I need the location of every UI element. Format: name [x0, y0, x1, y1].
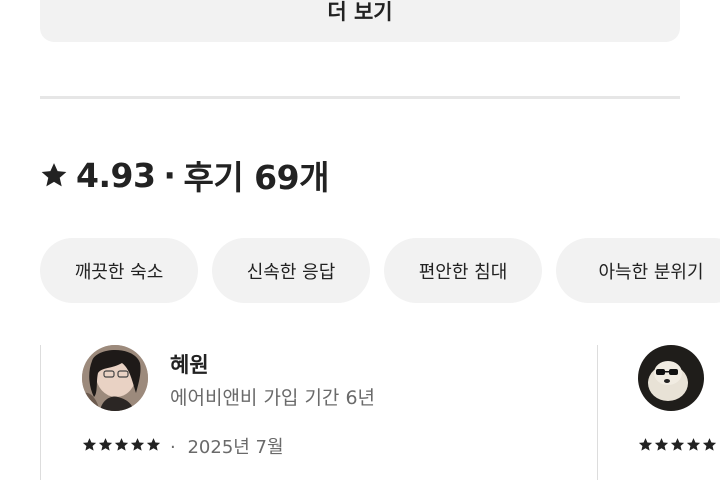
rating-score: 4.93 — [76, 155, 156, 195]
star-rating — [638, 437, 717, 452]
reviewer-membership: 에어비앤비 가입 기간 6년 — [170, 387, 376, 409]
star-icon — [98, 438, 113, 451]
star-icon — [686, 438, 701, 451]
review-count: 후기 69개 — [183, 158, 329, 197]
star-icon — [41, 163, 67, 187]
chip-comfy-bed[interactable]: 편안한 침대 — [384, 238, 542, 303]
review-card[interactable] — [598, 345, 720, 480]
date-separator: · — [170, 437, 176, 458]
star-icon — [130, 438, 145, 451]
reviewer-avatar[interactable] — [82, 345, 148, 411]
review-card[interactable]: 혜원 에어비앤비 가입 기간 6년 · 2025년 7월 — [40, 345, 598, 480]
show-more-button[interactable]: 더 보기 — [40, 0, 680, 42]
star-icon — [82, 438, 97, 451]
rating-separator: · — [163, 155, 176, 195]
star-rating — [82, 437, 161, 452]
section-divider — [40, 96, 680, 99]
reviewer-name: 혜원 — [170, 353, 209, 377]
date-value: 2025년 7월 — [187, 437, 284, 458]
star-icon — [114, 438, 129, 451]
chip-clean[interactable]: 깨끗한 숙소 — [40, 238, 198, 303]
review-date: · 2025년 7월 — [170, 433, 284, 459]
chip-cozy-vibe[interactable]: 아늑한 분위기 — [556, 238, 720, 303]
rating-heading: 4.93 · 후기 69개 — [40, 150, 329, 200]
star-icon — [146, 438, 161, 451]
chip-fast-response[interactable]: 신속한 응답 — [212, 238, 370, 303]
star-icon — [638, 438, 653, 451]
star-icon — [670, 438, 685, 451]
reviewer-avatar[interactable] — [638, 345, 704, 411]
star-icon — [654, 438, 669, 451]
star-icon — [702, 438, 717, 451]
